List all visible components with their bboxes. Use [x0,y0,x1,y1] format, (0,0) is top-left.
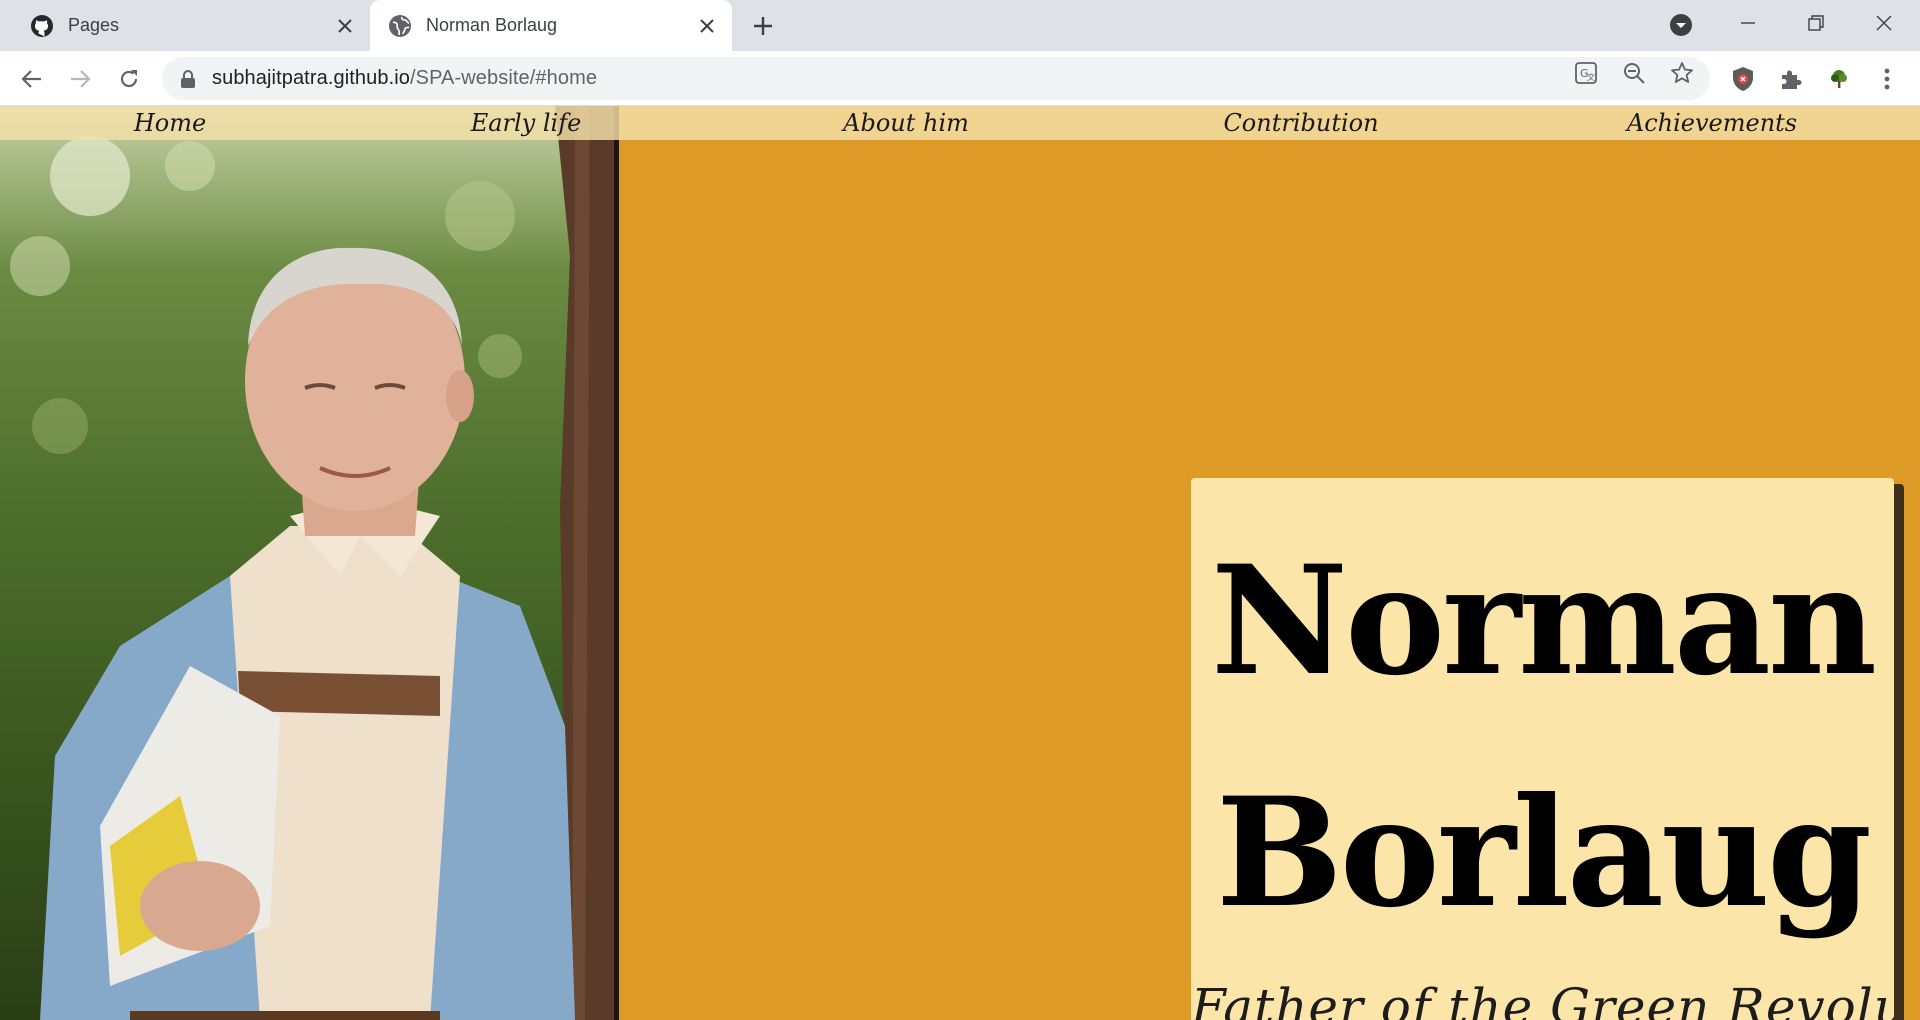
tab-title: Norman Borlaug [426,15,558,35]
hero-title-card: Norman Borlaug Father of the Green Revol… [1191,478,1894,1020]
globe-icon [389,14,411,37]
nav-link-achievements[interactable]: Achievements [1627,106,1797,140]
restore-icon [1808,15,1824,31]
url-host: subhajitpatra.github.io [212,67,410,89]
tree-extension-icon [1831,70,1847,88]
tab-search-icon[interactable] [1669,13,1693,37]
page-content: Norman Borlaug Father of the Green Revol… [0,106,1920,1020]
close-icon[interactable] [696,15,718,37]
nav-link-about-him[interactable]: About him [843,106,969,140]
minimize-icon [1741,22,1755,24]
minimize-button[interactable] [1730,8,1766,38]
arrow-right-icon [71,70,91,88]
portrait-photo [0,106,619,1020]
new-tab-button[interactable] [748,11,778,41]
hero-subtitle: Father of the Green Revolution [1191,978,1894,1020]
reload-button[interactable] [113,63,145,95]
nav-link-home[interactable]: Home [134,106,206,140]
close-icon [1876,15,1892,31]
svg-text:文: 文 [1587,72,1595,82]
zoom-out-icon [1624,63,1645,84]
browser-toolbar: subhajitpatra.github.io/SPA-website/#hom… [0,51,1920,106]
reload-icon [120,70,138,88]
more-vertical-icon [1884,68,1890,90]
url-path: /SPA-website/#home [410,67,598,89]
photo-divider [614,106,619,1020]
forward-button[interactable] [64,63,96,95]
extension-shield[interactable] [1728,64,1758,94]
nav-link-early-life[interactable]: Early life [471,106,582,140]
browser-menu-button[interactable] [1872,64,1902,94]
bookmark-button[interactable] [1668,59,1696,87]
back-button[interactable] [16,63,48,95]
plus-icon [754,17,772,35]
extensions-button[interactable] [1776,64,1806,94]
portrait-image [10,106,614,1020]
zoom-button[interactable] [1620,59,1648,87]
puzzle-extensions-icon [1782,70,1802,89]
shield-extension-icon [1733,67,1753,91]
extension-tree[interactable] [1824,64,1854,94]
nav-link-contribution[interactable]: Contribution [1223,106,1378,140]
tab-norman-borlaug[interactable]: Norman Borlaug [370,0,732,51]
browser-tab-strip: Pages Norman Borlaug [0,0,1920,51]
translate-button[interactable]: G文 [1572,59,1600,87]
close-icon[interactable] [334,15,356,37]
address-bar[interactable]: subhajitpatra.github.io/SPA-website/#hom… [162,57,1710,100]
tab-title: Pages [68,15,120,35]
url-text[interactable]: subhajitpatra.github.io/SPA-website/#hom… [212,67,597,90]
site-nav-bar: Home Early life About him Contribution A… [0,106,1920,140]
tab-pages[interactable]: Pages [0,0,370,51]
hero-last-name: Borlaug [1216,765,1872,941]
lock-icon[interactable] [180,69,196,88]
close-window-button[interactable] [1866,8,1902,38]
hero-first-name: Norman [1210,533,1877,709]
bookmark-star-icon [1671,62,1693,83]
arrow-left-icon [21,70,41,88]
restore-button[interactable] [1798,8,1834,38]
github-icon [31,14,53,37]
translate-icon: G文 [1575,62,1597,84]
